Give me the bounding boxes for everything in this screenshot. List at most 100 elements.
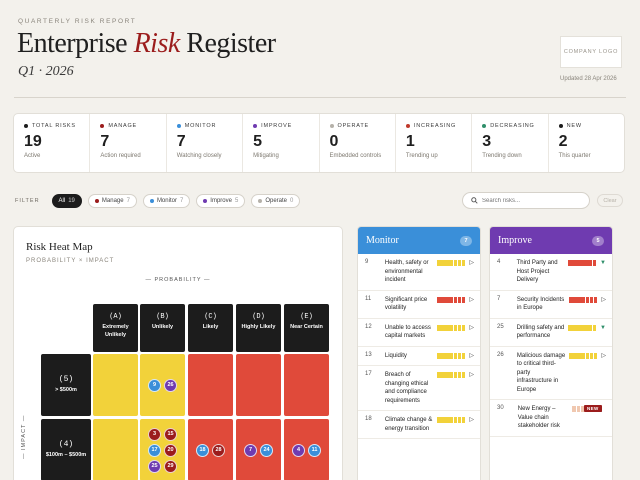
- stat-sub: Trending up: [405, 153, 438, 159]
- stat-sub: This quarter: [558, 153, 591, 159]
- risk-id: 17: [365, 371, 372, 377]
- column-header-d: (D) Highly Likely: [236, 304, 281, 352]
- stat-manage: MANAGE 7 Action required: [90, 114, 167, 172]
- risk-bubble[interactable]: 17: [148, 443, 161, 457]
- page-title: Enterprise Risk Register: [17, 28, 276, 60]
- heatmap-cell[interactable]: 4 11: [284, 419, 329, 480]
- filter-chip-operate[interactable]: Operate 0: [251, 194, 301, 208]
- risk-bubble[interactable]: 3: [148, 427, 161, 441]
- risk-id: 12: [365, 323, 372, 330]
- risk-id: 13: [365, 351, 372, 358]
- risk-list-item[interactable]: 17 Breach of changing ethical and complia…: [358, 366, 480, 411]
- risk-text: Significant price volatility: [384, 296, 428, 312]
- dot-icon: [253, 124, 258, 128]
- title-accent: Risk: [133, 28, 181, 59]
- heatmap-cell[interactable]: [188, 354, 233, 416]
- improve-column: Improve 5 4 Third Party and Host Project D…: [489, 226, 613, 480]
- heat-map-panel: Risk Heat Map PROBABILITY × IMPACT — PRO…: [13, 226, 343, 480]
- trend-icon: ▷: [469, 417, 474, 423]
- risk-bubble[interactable]: 15: [164, 427, 177, 441]
- row-header-4: (4) $100m – $500m: [41, 419, 91, 480]
- stat-new: NEW 2 This quarter: [549, 114, 624, 172]
- filter-chip-monitor[interactable]: Monitor 7: [142, 194, 191, 208]
- column-count: 5: [592, 235, 604, 246]
- col-code: (C): [204, 313, 217, 321]
- header-divider: [14, 97, 626, 98]
- risk-bubble[interactable]: 29: [164, 459, 177, 473]
- risk-bubble[interactable]: 24: [260, 443, 273, 457]
- filter-label: FILTER: [15, 198, 40, 204]
- risk-text: Third Party and Host Project Delivery: [516, 260, 558, 283]
- risk-bubble[interactable]: 4: [292, 443, 305, 457]
- risk-id: 9: [365, 259, 369, 265]
- row-header-5: (5) > $500m: [41, 354, 91, 416]
- stat-improve: IMPROVE 5 Mitigating: [243, 114, 320, 172]
- risk-score-bar: [568, 260, 597, 266]
- risk-score-bar: [569, 352, 598, 359]
- heatmap-cell[interactable]: [236, 354, 281, 416]
- risk-id: 30: [497, 405, 504, 411]
- search-box[interactable]: [462, 192, 590, 209]
- risk-bubble[interactable]: 25: [148, 459, 161, 473]
- new-badge: NEW: [584, 405, 602, 412]
- heatmap-cell[interactable]: 9 26: [140, 354, 185, 416]
- risk-bubble[interactable]: 9: [148, 378, 161, 392]
- risk-list-item[interactable]: 26 Malicious damage to critical third-par…: [490, 347, 612, 400]
- risk-list-item[interactable]: 12 Unable to access capital markets ▷: [358, 319, 480, 347]
- clear-button[interactable]: Clear: [597, 194, 623, 207]
- trend-icon: ▷: [601, 296, 606, 303]
- filter-chip-improve[interactable]: Improve 5: [196, 194, 246, 208]
- trend-icon: ▼: [600, 260, 606, 266]
- heatmap-cell[interactable]: 18 28: [188, 419, 233, 480]
- trend-icon: ▼: [600, 324, 606, 331]
- chip-label: All: [58, 198, 66, 204]
- risk-text: Climate change & energy transition: [384, 417, 433, 432]
- risk-bubble[interactable]: 26: [164, 378, 177, 392]
- stat-sub: Action required: [100, 153, 141, 159]
- col-name: Extremely Unlikely: [102, 324, 129, 338]
- risk-bubble[interactable]: 11: [308, 443, 321, 457]
- dot-icon: [405, 124, 410, 128]
- heatmap-subtitle: PROBABILITY × IMPACT: [26, 258, 115, 264]
- stat-value: 1: [405, 133, 415, 150]
- dot-icon: [329, 124, 334, 128]
- search-input[interactable]: [482, 197, 582, 204]
- heatmap-cell[interactable]: 7 24: [236, 419, 281, 480]
- trend-icon: ▷: [601, 352, 606, 359]
- heatmap-cell[interactable]: [284, 354, 329, 416]
- dot-icon: [100, 124, 105, 128]
- heatmap-cell[interactable]: [93, 354, 138, 416]
- risk-list-item[interactable]: 4 Third Party and Host Project Delivery ▼: [490, 254, 612, 291]
- stat-value: 5: [253, 133, 263, 150]
- risk-list-item[interactable]: 13 Liquidity ▷: [358, 347, 480, 366]
- heatmap-cell[interactable]: [93, 419, 138, 480]
- column-header-a: (A) Extremely Unlikely: [93, 304, 138, 352]
- risk-list-item[interactable]: 30 New Energy – Value chain stakeholder r…: [490, 400, 612, 437]
- trend-icon: ▷: [469, 260, 474, 266]
- risk-bubble[interactable]: 7: [244, 443, 257, 457]
- monitor-list: 9 Health, safety or environmental inciden…: [358, 254, 480, 439]
- risk-list-item[interactable]: 9 Health, safety or environmental inciden…: [358, 254, 480, 291]
- risk-score-bar: [437, 296, 466, 303]
- risk-list-item[interactable]: 18 Climate change & energy transition ▷: [358, 411, 480, 439]
- stat-total: TOTAL RISKS 19 Active: [14, 114, 91, 172]
- page-subtitle: Q1 · 2026: [18, 64, 74, 79]
- monitor-header: Monitor 7: [358, 227, 480, 254]
- risk-list-item[interactable]: 7 Security Incidents in Europe ▷: [490, 291, 612, 319]
- risk-bubble[interactable]: 28: [212, 443, 225, 457]
- col-code: (E): [300, 313, 313, 321]
- filter-chip-manage[interactable]: Manage 7: [87, 194, 137, 208]
- heatmap-title: Risk Heat Map: [26, 241, 93, 253]
- filter-chip-all[interactable]: All 19: [51, 194, 82, 208]
- risk-bubble[interactable]: 20: [164, 443, 177, 457]
- row-name: > $500m: [55, 387, 77, 394]
- chip-count: 7: [179, 198, 184, 204]
- heatmap-cell[interactable]: 3 15 17 20 25 29: [140, 419, 185, 480]
- risk-list-item[interactable]: 11 Significant price volatility ▷: [358, 291, 480, 319]
- col-name: Unlikely: [151, 324, 174, 330]
- risk-text: Unable to access capital markets: [384, 324, 431, 340]
- risk-bubble[interactable]: 18: [196, 443, 209, 457]
- risk-text: Drilling safety and performance: [516, 324, 565, 340]
- dot-icon: [149, 199, 154, 203]
- risk-list-item[interactable]: 25 Drilling safety and performance ▼: [490, 319, 612, 347]
